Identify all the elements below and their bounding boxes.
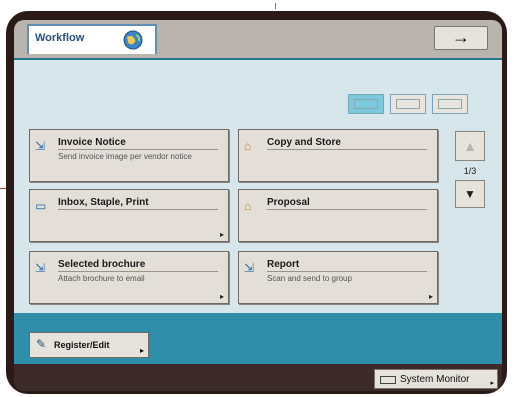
- caret-icon: ▸: [490, 380, 494, 387]
- register-edit-label: Register/Edit: [54, 340, 110, 350]
- card-description: Attach brochure to email: [58, 274, 145, 283]
- card-title: Selected brochure: [58, 259, 146, 270]
- top-bar: Workflow →: [14, 20, 502, 58]
- box-icon: ⌂: [244, 199, 252, 213]
- register-edit-button[interactable]: ✎ Register/Edit ▸: [29, 332, 149, 358]
- card-description: Scan and send to group: [267, 274, 352, 283]
- grid-3col-icon: [396, 99, 420, 109]
- view-mode-2col-button[interactable]: [348, 94, 384, 114]
- tab-workflow[interactable]: Workflow: [27, 24, 157, 54]
- touch-screen: Workflow → ⇲ Invoice Notice Send invoice…: [14, 20, 502, 391]
- scanner-icon: ⇲: [35, 139, 46, 153]
- workflow-button-inbox-staple-print[interactable]: ▭ Inbox, Staple, Print ▸: [29, 189, 229, 242]
- card-caret-icon: ▸: [219, 292, 224, 301]
- card-caret-icon: ▸: [219, 230, 224, 239]
- system-monitor-button[interactable]: System Monitor ▸: [374, 369, 498, 389]
- card-title: Proposal: [267, 197, 310, 208]
- card-description: Send invoice image per vendor notice: [58, 152, 192, 161]
- forward-arrow-button[interactable]: →: [434, 26, 488, 50]
- workflow-button-copy-and-store[interactable]: ⌂ Copy and Store: [238, 129, 438, 182]
- card-title: Invoice Notice: [58, 137, 126, 148]
- tab-workflow-label: Workflow: [35, 32, 85, 44]
- globe-icon: [123, 30, 143, 50]
- bottom-bar: System Monitor ▸: [14, 364, 502, 391]
- card-divider: [58, 271, 218, 272]
- view-mode-3col-button[interactable]: [390, 94, 426, 114]
- card-title: Inbox, Staple, Print: [58, 197, 149, 208]
- print-icon: ▭: [35, 199, 47, 213]
- grid-2col-icon: [354, 99, 378, 109]
- box-icon: ⌂: [244, 139, 252, 153]
- caret-icon: ▸: [139, 346, 144, 355]
- workflow-button-report[interactable]: ⇲ Report Scan and send to group ▸: [238, 251, 438, 304]
- system-monitor-label: System Monitor: [400, 374, 470, 385]
- list-icon: [438, 99, 462, 109]
- view-mode-list-button[interactable]: [432, 94, 468, 114]
- card-caret-icon: ▸: [428, 292, 433, 301]
- scanner-icon: ⇲: [35, 261, 46, 275]
- pen-icon: ✎: [36, 337, 47, 351]
- scroll-down-button[interactable]: ▼: [455, 180, 485, 208]
- scanner-icon: ⇲: [244, 261, 255, 275]
- card-title: Copy and Store: [267, 137, 341, 148]
- card-title: Report: [267, 259, 300, 270]
- card-divider: [267, 271, 427, 272]
- card-divider: [58, 149, 218, 150]
- workflow-button-invoice-notice[interactable]: ⇲ Invoice Notice Send invoice image per …: [29, 129, 229, 182]
- page-indicator: 1/3: [463, 166, 477, 176]
- main-panel: ⇲ Invoice Notice Send invoice image per …: [14, 58, 502, 364]
- scroll-up-button[interactable]: ▲: [455, 131, 485, 161]
- workflow-button-selected-brochure[interactable]: ⇲ Selected brochure Attach brochure to e…: [29, 251, 229, 304]
- top-tick-mark: [275, 3, 276, 9]
- workflow-button-proposal[interactable]: ⌂ Proposal: [238, 189, 438, 242]
- monitor-icon: [380, 376, 396, 384]
- button-area: ⇲ Invoice Notice Send invoice image per …: [14, 58, 502, 313]
- card-divider: [267, 149, 427, 150]
- card-divider: [58, 209, 218, 210]
- card-divider: [267, 209, 427, 210]
